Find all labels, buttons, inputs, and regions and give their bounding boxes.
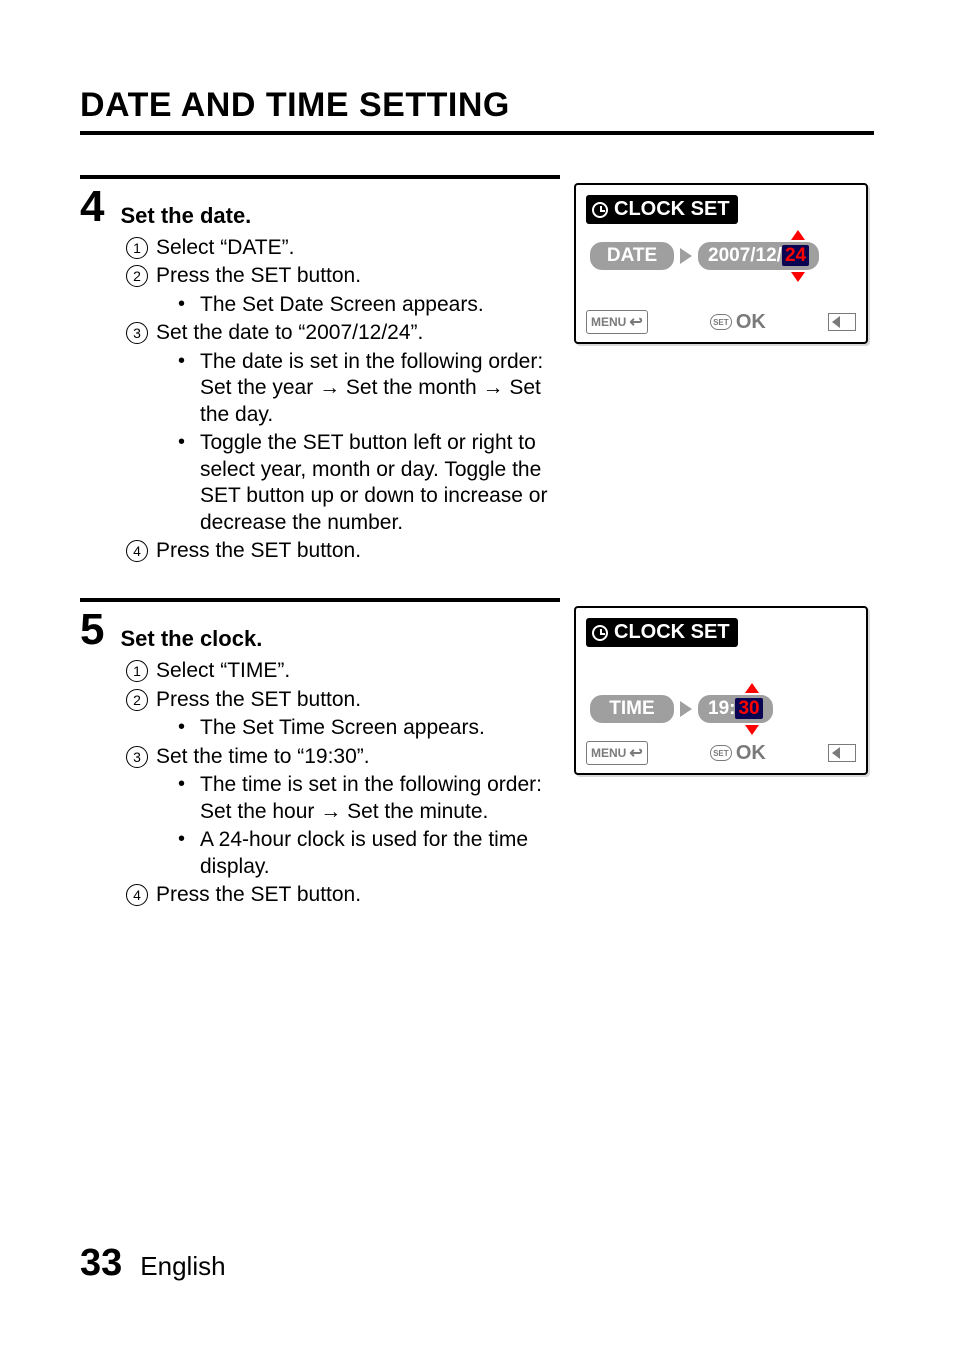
screen-bottom-bar: MENU↩ SETOK: [586, 310, 856, 334]
step-4-sub-1: 1 Select “DATE”.: [126, 235, 560, 261]
step-4-list: 1 Select “DATE”. 2 Press the SET button. T…: [80, 235, 560, 564]
circled-3-icon: 3: [126, 322, 148, 344]
circled-4-icon: 4: [126, 540, 148, 562]
screen-title-text: CLOCK SET: [614, 198, 730, 221]
circled-2-icon: 2: [126, 265, 148, 287]
screen-title: CLOCK SET: [586, 195, 738, 224]
play-icon: [680, 248, 692, 264]
step-4-sub-1-text: Select “DATE”.: [156, 236, 294, 259]
ok-label: OK: [736, 742, 766, 765]
step-5-sub-2-bullets: The Set Time Screen appears.: [156, 715, 560, 741]
step-4-sub-3-text: Set the date to “2007/12/24”.: [156, 321, 423, 344]
step-5-sub-1: 1 Select “TIME”.: [126, 658, 560, 684]
page-number: 33: [80, 1242, 122, 1285]
step-5-title: Set the clock.: [120, 608, 262, 652]
date-label: DATE: [590, 242, 674, 270]
ok-button[interactable]: SETOK: [710, 311, 766, 334]
circled-2-icon: 2: [126, 689, 148, 711]
bullet: Toggle the SET button left or right to s…: [178, 430, 560, 536]
step-5-sub-2: 2 Press the SET button. The Set Time Scre…: [126, 687, 560, 742]
step-5: 5 Set the clock. 1 Select “TIME”. 2 Press …: [80, 598, 874, 910]
time-value-pre: 19:: [708, 698, 735, 719]
bullet: The time is set in the following order: …: [178, 772, 560, 825]
step-5-sub-3-text: Set the time to “19:30”.: [156, 745, 370, 768]
screen-bottom-bar: MENU↩ SETOK: [586, 741, 856, 765]
return-icon: ↩: [629, 743, 642, 763]
page-language: English: [140, 1251, 225, 1282]
arrow-down-icon: [791, 272, 805, 282]
menu-button[interactable]: MENU↩: [586, 741, 648, 765]
ok-button[interactable]: SETOK: [710, 742, 766, 765]
bullet: The Set Time Screen appears.: [178, 715, 560, 741]
bullet: A 24-hour clock is used for the time dis…: [178, 827, 560, 880]
menu-button[interactable]: MENU↩: [586, 310, 648, 334]
date-value-pre: 2007/12/: [708, 245, 782, 266]
set-icon: SET: [710, 314, 732, 330]
step-5-list: 1 Select “TIME”. 2 Press the SET button. T…: [80, 658, 560, 908]
step-4-body: 4 Set the date. 1 Select “DATE”. 2 Press t…: [80, 175, 574, 566]
step-5-body: 5 Set the clock. 1 Select “TIME”. 2 Press …: [80, 598, 574, 910]
step-5-sub-1-text: Select “TIME”.: [156, 659, 290, 682]
step-5-number: 5: [80, 602, 104, 652]
clock-icon: [592, 202, 608, 218]
time-field-row: TIME 19:30: [590, 695, 856, 723]
clock-set-date-screen: CLOCK SET DATE 2007/12/24 MENU↩ SETOK: [574, 183, 868, 344]
step-5-head: 5 Set the clock.: [80, 598, 560, 652]
set-icon: SET: [710, 745, 732, 761]
arrow-down-icon: [745, 725, 759, 735]
arrow-up-icon: [745, 683, 759, 693]
step-4-number: 4: [80, 179, 104, 229]
clock-icon: [592, 625, 608, 641]
back-icon[interactable]: [828, 313, 856, 331]
screen-title: CLOCK SET: [586, 618, 738, 647]
step-5-sub-3-bullets: The time is set in the following order: …: [156, 772, 560, 880]
step-4-sub-3-bullets: The date is set in the following order: …: [156, 349, 560, 536]
time-value-highlight: 30: [735, 698, 762, 719]
arrow-up-icon: [791, 230, 805, 240]
date-value: 2007/12/24: [698, 242, 819, 270]
page-title: DATE AND TIME SETTING: [80, 86, 874, 135]
screen-title-text: CLOCK SET: [614, 621, 730, 644]
bullet: The Set Date Screen appears.: [178, 292, 560, 318]
step-5-figure: CLOCK SET TIME 19:30 MENU↩ SETOK: [574, 598, 874, 775]
date-value-highlight: 24: [782, 245, 809, 266]
step-4-sub-3: 3 Set the date to “2007/12/24”. The date …: [126, 320, 560, 536]
step-4: 4 Set the date. 1 Select “DATE”. 2 Press t…: [80, 175, 874, 566]
clock-set-time-screen: CLOCK SET TIME 19:30 MENU↩ SETOK: [574, 606, 868, 775]
page-footer: 33 English: [80, 1242, 226, 1285]
step-5-sub-4-text: Press the SET button.: [156, 883, 361, 906]
circled-4-icon: 4: [126, 884, 148, 906]
date-field-row: DATE 2007/12/24: [590, 242, 856, 270]
step-4-figure: CLOCK SET DATE 2007/12/24 MENU↩ SETOK: [574, 175, 874, 344]
ok-label: OK: [736, 311, 766, 334]
step-4-sub-2: 2 Press the SET button. The Set Date Scre…: [126, 263, 560, 318]
step-4-head: 4 Set the date.: [80, 175, 560, 229]
circled-1-icon: 1: [126, 237, 148, 259]
return-icon: ↩: [629, 312, 642, 332]
step-5-sub-2-text: Press the SET button.: [156, 688, 361, 711]
circled-3-icon: 3: [126, 746, 148, 768]
time-value: 19:30: [698, 695, 773, 723]
manual-page: DATE AND TIME SETTING 4 Set the date. 1S…: [0, 0, 954, 1345]
step-4-sub-4-text: Press the SET button.: [156, 539, 361, 562]
step-4-sub-2-bullets: The Set Date Screen appears.: [156, 292, 560, 318]
step-4-sub-4: 4 Press the SET button.: [126, 538, 560, 564]
circled-1-icon: 1: [126, 660, 148, 682]
step-5-sub-4: 4 Press the SET button.: [126, 882, 560, 908]
menu-label: MENU: [591, 315, 626, 329]
step-4-sub-2-text: Press the SET button.: [156, 264, 361, 287]
step-4-title: Set the date.: [120, 185, 251, 229]
menu-label: MENU: [591, 746, 626, 760]
time-label: TIME: [590, 695, 674, 723]
back-icon[interactable]: [828, 744, 856, 762]
step-5-sub-3: 3 Set the time to “19:30”. The time is se…: [126, 744, 560, 880]
play-icon: [680, 701, 692, 717]
bullet: The date is set in the following order: …: [178, 349, 560, 428]
